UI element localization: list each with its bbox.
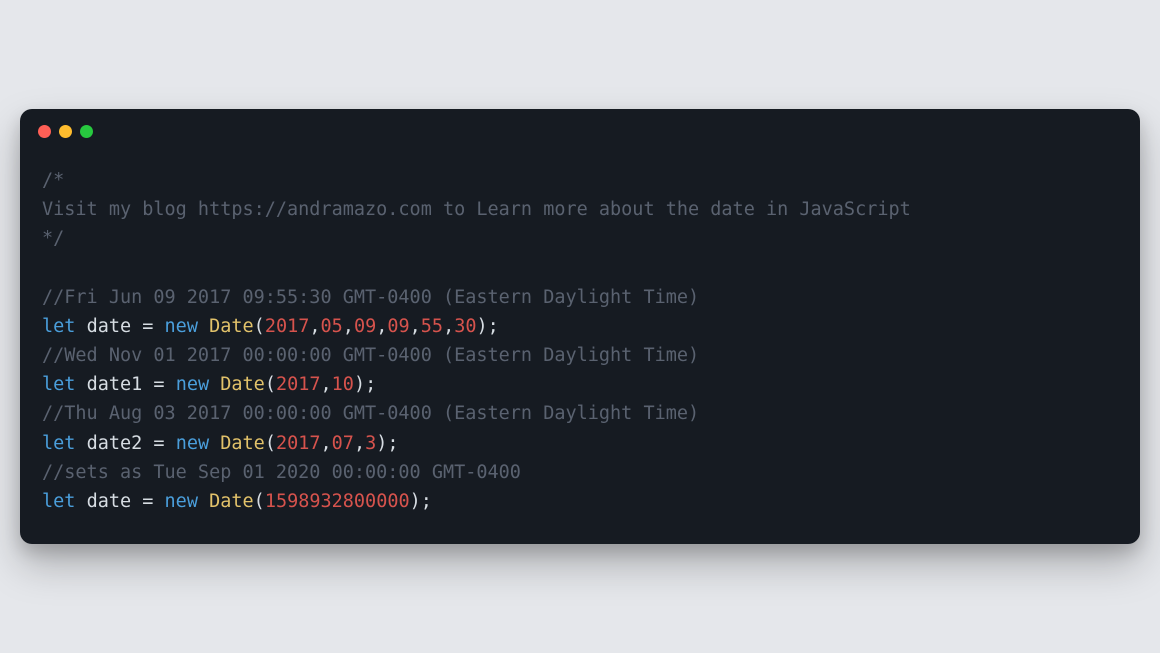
- paren-open: (: [265, 374, 276, 395]
- comma: ,: [309, 316, 320, 337]
- operator-assign: =: [131, 491, 164, 512]
- paren-close: );: [354, 374, 376, 395]
- number-arg: 55: [421, 316, 443, 337]
- operator-assign: =: [142, 433, 175, 454]
- operator-assign: =: [131, 316, 164, 337]
- code-block: /* Visit my blog https://andramazo.com t…: [20, 148, 1140, 545]
- class-date: Date: [220, 374, 265, 395]
- comma: ,: [343, 316, 354, 337]
- paren-close: );: [376, 433, 398, 454]
- window-titlebar: [20, 109, 1140, 148]
- class-date: Date: [209, 316, 254, 337]
- variable-name: date: [87, 491, 132, 512]
- paren-close: );: [476, 316, 498, 337]
- keyword-let: let: [42, 491, 75, 512]
- keyword-new: new: [176, 374, 209, 395]
- number-arg: 30: [454, 316, 476, 337]
- number-arg: 09: [354, 316, 376, 337]
- paren-open: (: [254, 491, 265, 512]
- number-arg: 2017: [265, 316, 310, 337]
- number-arg: 10: [332, 374, 354, 395]
- keyword-let: let: [42, 433, 75, 454]
- comma: ,: [376, 316, 387, 337]
- number-arg: 09: [387, 316, 409, 337]
- line-comment: //Wed Nov 01 2017 00:00:00 GMT-0400 (Eas…: [42, 345, 699, 366]
- paren-open: (: [265, 433, 276, 454]
- close-icon[interactable]: [38, 125, 51, 138]
- comma: ,: [354, 433, 365, 454]
- keyword-new: new: [165, 491, 198, 512]
- number-arg: 2017: [276, 433, 321, 454]
- minimize-icon[interactable]: [59, 125, 72, 138]
- block-comment-open: /*: [42, 170, 64, 191]
- class-date: Date: [220, 433, 265, 454]
- comma: ,: [321, 433, 332, 454]
- comma: ,: [410, 316, 421, 337]
- number-arg: 3: [365, 433, 376, 454]
- comma: ,: [443, 316, 454, 337]
- keyword-let: let: [42, 316, 75, 337]
- paren-close: );: [410, 491, 432, 512]
- line-comment: //Thu Aug 03 2017 00:00:00 GMT-0400 (Eas…: [42, 403, 699, 424]
- comma: ,: [321, 374, 332, 395]
- keyword-new: new: [165, 316, 198, 337]
- variable-name: date2: [87, 433, 143, 454]
- maximize-icon[interactable]: [80, 125, 93, 138]
- number-arg: 2017: [276, 374, 321, 395]
- keyword-new: new: [176, 433, 209, 454]
- code-window: /* Visit my blog https://andramazo.com t…: [20, 109, 1140, 545]
- class-date: Date: [209, 491, 254, 512]
- number-arg: 05: [321, 316, 343, 337]
- line-comment: //sets as Tue Sep 01 2020 00:00:00 GMT-0…: [42, 462, 521, 483]
- variable-name: date1: [87, 374, 143, 395]
- variable-name: date: [87, 316, 132, 337]
- block-comment-close: */: [42, 228, 64, 249]
- keyword-let: let: [42, 374, 75, 395]
- line-comment: //Fri Jun 09 2017 09:55:30 GMT-0400 (Eas…: [42, 287, 699, 308]
- number-arg: 07: [332, 433, 354, 454]
- number-arg: 1598932800000: [265, 491, 410, 512]
- paren-open: (: [254, 316, 265, 337]
- block-comment-text: Visit my blog https://andramazo.com to L…: [42, 199, 911, 220]
- operator-assign: =: [142, 374, 175, 395]
